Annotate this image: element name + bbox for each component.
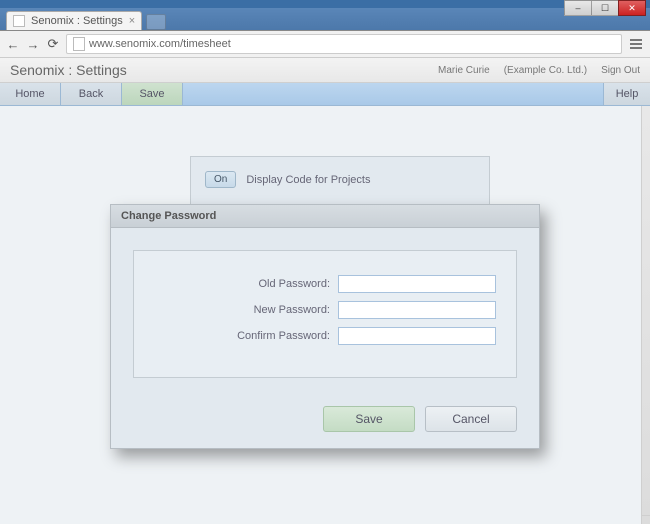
browser-tabstrip: Senomix : Settings × — [0, 8, 650, 31]
page-body: On Display Code for Projects MS Excel x … — [0, 106, 650, 524]
url-text: www.senomix.com/timesheet — [89, 38, 231, 50]
old-password-label: Old Password: — [212, 278, 330, 290]
nav-back-icon[interactable]: ← — [6, 37, 20, 51]
new-tab-button[interactable] — [146, 14, 166, 30]
browser-menu-icon[interactable] — [628, 39, 644, 49]
display-code-toggle[interactable]: On — [205, 171, 236, 188]
window-minimize-button[interactable]: – — [564, 0, 592, 16]
browser-toolbar: ← → ⟳ www.senomix.com/timesheet — [0, 31, 650, 58]
window-maximize-button[interactable]: ☐ — [591, 0, 619, 16]
dialog-title: Change Password — [111, 205, 539, 228]
toolbar-spacer — [183, 83, 603, 105]
page-icon — [73, 37, 85, 51]
browser-tab-title: Senomix : Settings — [31, 15, 123, 27]
page-favicon-icon — [13, 15, 25, 27]
confirm-password-label: Confirm Password: — [212, 330, 330, 342]
old-password-input[interactable] — [338, 275, 496, 293]
app-header: Senomix : Settings Marie Curie (Example … — [0, 58, 650, 83]
display-code-label: Display Code for Projects — [246, 174, 370, 186]
address-bar[interactable]: www.senomix.com/timesheet — [66, 34, 622, 54]
page-title: Senomix : Settings — [10, 62, 127, 78]
confirm-password-input[interactable] — [338, 327, 496, 345]
tab-close-icon[interactable]: × — [129, 15, 135, 27]
help-button[interactable]: Help — [603, 83, 650, 105]
dialog-save-button[interactable]: Save — [323, 406, 415, 432]
dialog-cancel-button[interactable]: Cancel — [425, 406, 517, 432]
vertical-scrollbar[interactable] — [641, 106, 650, 524]
new-password-input[interactable] — [338, 301, 496, 319]
save-button[interactable]: Save — [122, 83, 183, 105]
app-toolbar: Home Back Save Help — [0, 83, 650, 106]
window-titlebar: – ☐ ✕ — [0, 0, 650, 8]
new-password-label: New Password: — [212, 304, 330, 316]
home-button[interactable]: Home — [0, 83, 61, 105]
change-password-dialog: Change Password Old Password: New Passwo… — [110, 204, 540, 449]
window-close-button[interactable]: ✕ — [618, 0, 646, 16]
password-form: Old Password: New Password: Confirm Pass… — [133, 250, 517, 378]
nav-reload-icon[interactable]: ⟳ — [46, 37, 60, 51]
sign-out-link[interactable]: Sign Out — [601, 65, 640, 76]
nav-forward-icon[interactable]: → — [26, 37, 40, 51]
browser-tab[interactable]: Senomix : Settings × — [6, 11, 142, 30]
back-button[interactable]: Back — [61, 83, 122, 105]
company-name: (Example Co. Ltd.) — [504, 65, 587, 76]
user-name: Marie Curie — [438, 65, 490, 76]
